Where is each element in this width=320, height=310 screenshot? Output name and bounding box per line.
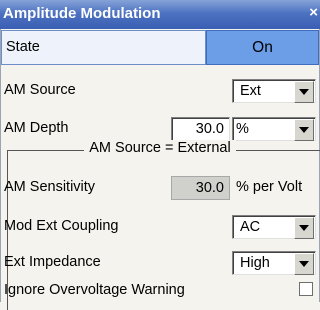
mod-ext-coupling-select[interactable]: AC — [232, 215, 316, 239]
close-icon[interactable]: × — [309, 4, 318, 21]
chevron-down-icon[interactable] — [294, 119, 314, 141]
am-sensitivity-unit: % per Volt — [236, 179, 303, 195]
ext-impedance-label: Ext Impedance — [4, 254, 101, 270]
mod-ext-coupling-label: Mod Ext Coupling — [4, 218, 119, 234]
chevron-down-icon[interactable] — [294, 253, 314, 275]
window-title: Amplitude Modulation — [3, 5, 161, 22]
group-legend: AM Source = External — [0, 140, 320, 156]
am-depth-input[interactable]: 30.0 — [171, 117, 230, 141]
am-source-value: Ext — [240, 83, 261, 99]
ignore-overvoltage-label: Ignore Overvoltage Warning — [4, 282, 185, 298]
ext-impedance-value: High — [240, 255, 270, 271]
mod-ext-coupling-value: AC — [240, 219, 261, 235]
ignore-overvoltage-checkbox[interactable] — [299, 282, 313, 296]
chevron-down-icon[interactable] — [294, 217, 314, 239]
state-label: State — [1, 30, 206, 65]
am-depth-unit-select[interactable]: % — [232, 117, 316, 141]
ext-impedance-select[interactable]: High — [232, 251, 316, 275]
title-bar: Amplitude Modulation × — [0, 0, 320, 29]
chevron-down-icon[interactable] — [294, 81, 314, 103]
group-legend-text: AM Source = External — [84, 140, 236, 156]
am-source-label: AM Source — [4, 82, 76, 98]
state-toggle-button[interactable]: On — [206, 30, 319, 65]
am-depth-unit-value: % — [236, 121, 249, 137]
am-sensitivity-label: AM Sensitivity — [4, 179, 96, 195]
am-depth-label: AM Depth — [4, 120, 69, 136]
am-sensitivity-value: 30.0 — [171, 176, 230, 200]
am-source-select[interactable]: Ext — [232, 79, 316, 103]
